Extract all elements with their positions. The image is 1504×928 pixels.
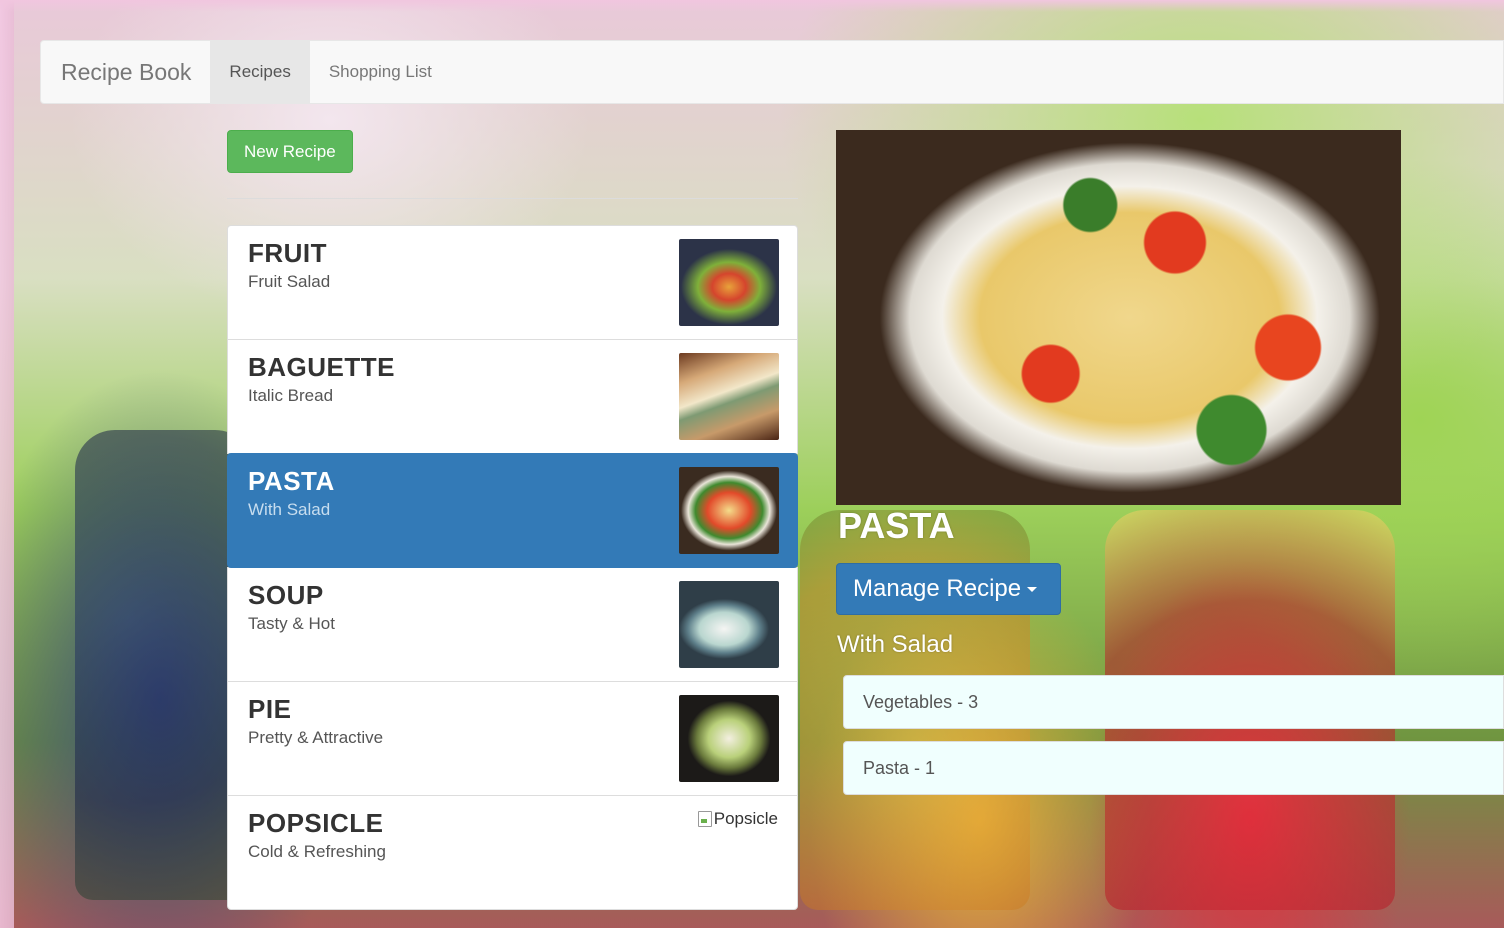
- recipe-name: SOUP: [248, 580, 324, 610]
- recipe-item-pasta[interactable]: PASTA With Salad: [227, 453, 798, 568]
- recipe-name: PASTA: [248, 466, 335, 496]
- ingredient-item: Pasta - 1: [843, 741, 1504, 795]
- recipe-detail-description: With Salad: [837, 631, 954, 658]
- recipe-name: FRUIT: [248, 238, 328, 268]
- recipe-description: Tasty & Hot: [248, 614, 335, 633]
- image-alt-text: Popsicle: [713, 809, 778, 828]
- recipe-name: POPSICLE: [248, 808, 384, 838]
- broken-image-glyph: [697, 811, 712, 827]
- recipe-thumbnail: [679, 695, 779, 782]
- background-edge: [0, 0, 14, 928]
- divider: [227, 198, 798, 199]
- manage-recipe-label: Manage Recipe: [853, 575, 1022, 602]
- background-edge-top: [0, 0, 1504, 12]
- recipe-name: BAGUETTE: [248, 352, 395, 382]
- recipe-detail-title: PASTA: [838, 505, 955, 546]
- recipe-item-baguette[interactable]: BAGUETTE Italic Bread: [227, 339, 798, 454]
- recipe-detail-image: [836, 130, 1401, 505]
- recipe-description: Cold & Refreshing: [248, 842, 386, 861]
- ingredient-item: Vegetables - 3: [843, 675, 1504, 729]
- navbar-brand[interactable]: Recipe Book: [41, 41, 210, 103]
- recipe-thumbnail: [679, 467, 779, 554]
- recipe-description: Pretty & Attractive: [248, 728, 384, 747]
- ingredient-list: Vegetables - 3 Pasta - 1: [843, 675, 1504, 807]
- nav-recipes[interactable]: Recipes: [210, 41, 310, 103]
- recipe-item-pie[interactable]: PIE Pretty & Attractive: [227, 681, 798, 796]
- new-recipe-button[interactable]: New Recipe: [227, 130, 353, 173]
- broken-image-icon: Popsicle: [697, 809, 778, 829]
- recipe-description: With Salad: [248, 500, 331, 519]
- recipe-thumbnail: [679, 239, 779, 326]
- caret-down-icon: [1027, 587, 1038, 593]
- recipe-description: Italic Bread: [248, 386, 334, 405]
- recipe-name: PIE: [248, 694, 292, 724]
- recipe-item-fruit[interactable]: FRUIT Fruit Salad: [227, 225, 798, 340]
- navbar: Recipe Book Recipes Shopping List: [40, 40, 1504, 104]
- recipe-thumbnail: [679, 353, 779, 440]
- recipe-item-soup[interactable]: SOUP Tasty & Hot: [227, 567, 798, 682]
- nav-shopping-list[interactable]: Shopping List: [310, 41, 451, 103]
- recipe-list: FRUIT Fruit Salad BAGUETTE Italic Bread …: [227, 225, 798, 910]
- recipe-item-popsicle[interactable]: POPSICLE Cold & Refreshing Popsicle: [227, 795, 798, 910]
- manage-recipe-dropdown[interactable]: Manage Recipe: [836, 563, 1061, 615]
- recipe-description: Fruit Salad: [248, 272, 331, 291]
- recipe-thumbnail: [679, 581, 779, 668]
